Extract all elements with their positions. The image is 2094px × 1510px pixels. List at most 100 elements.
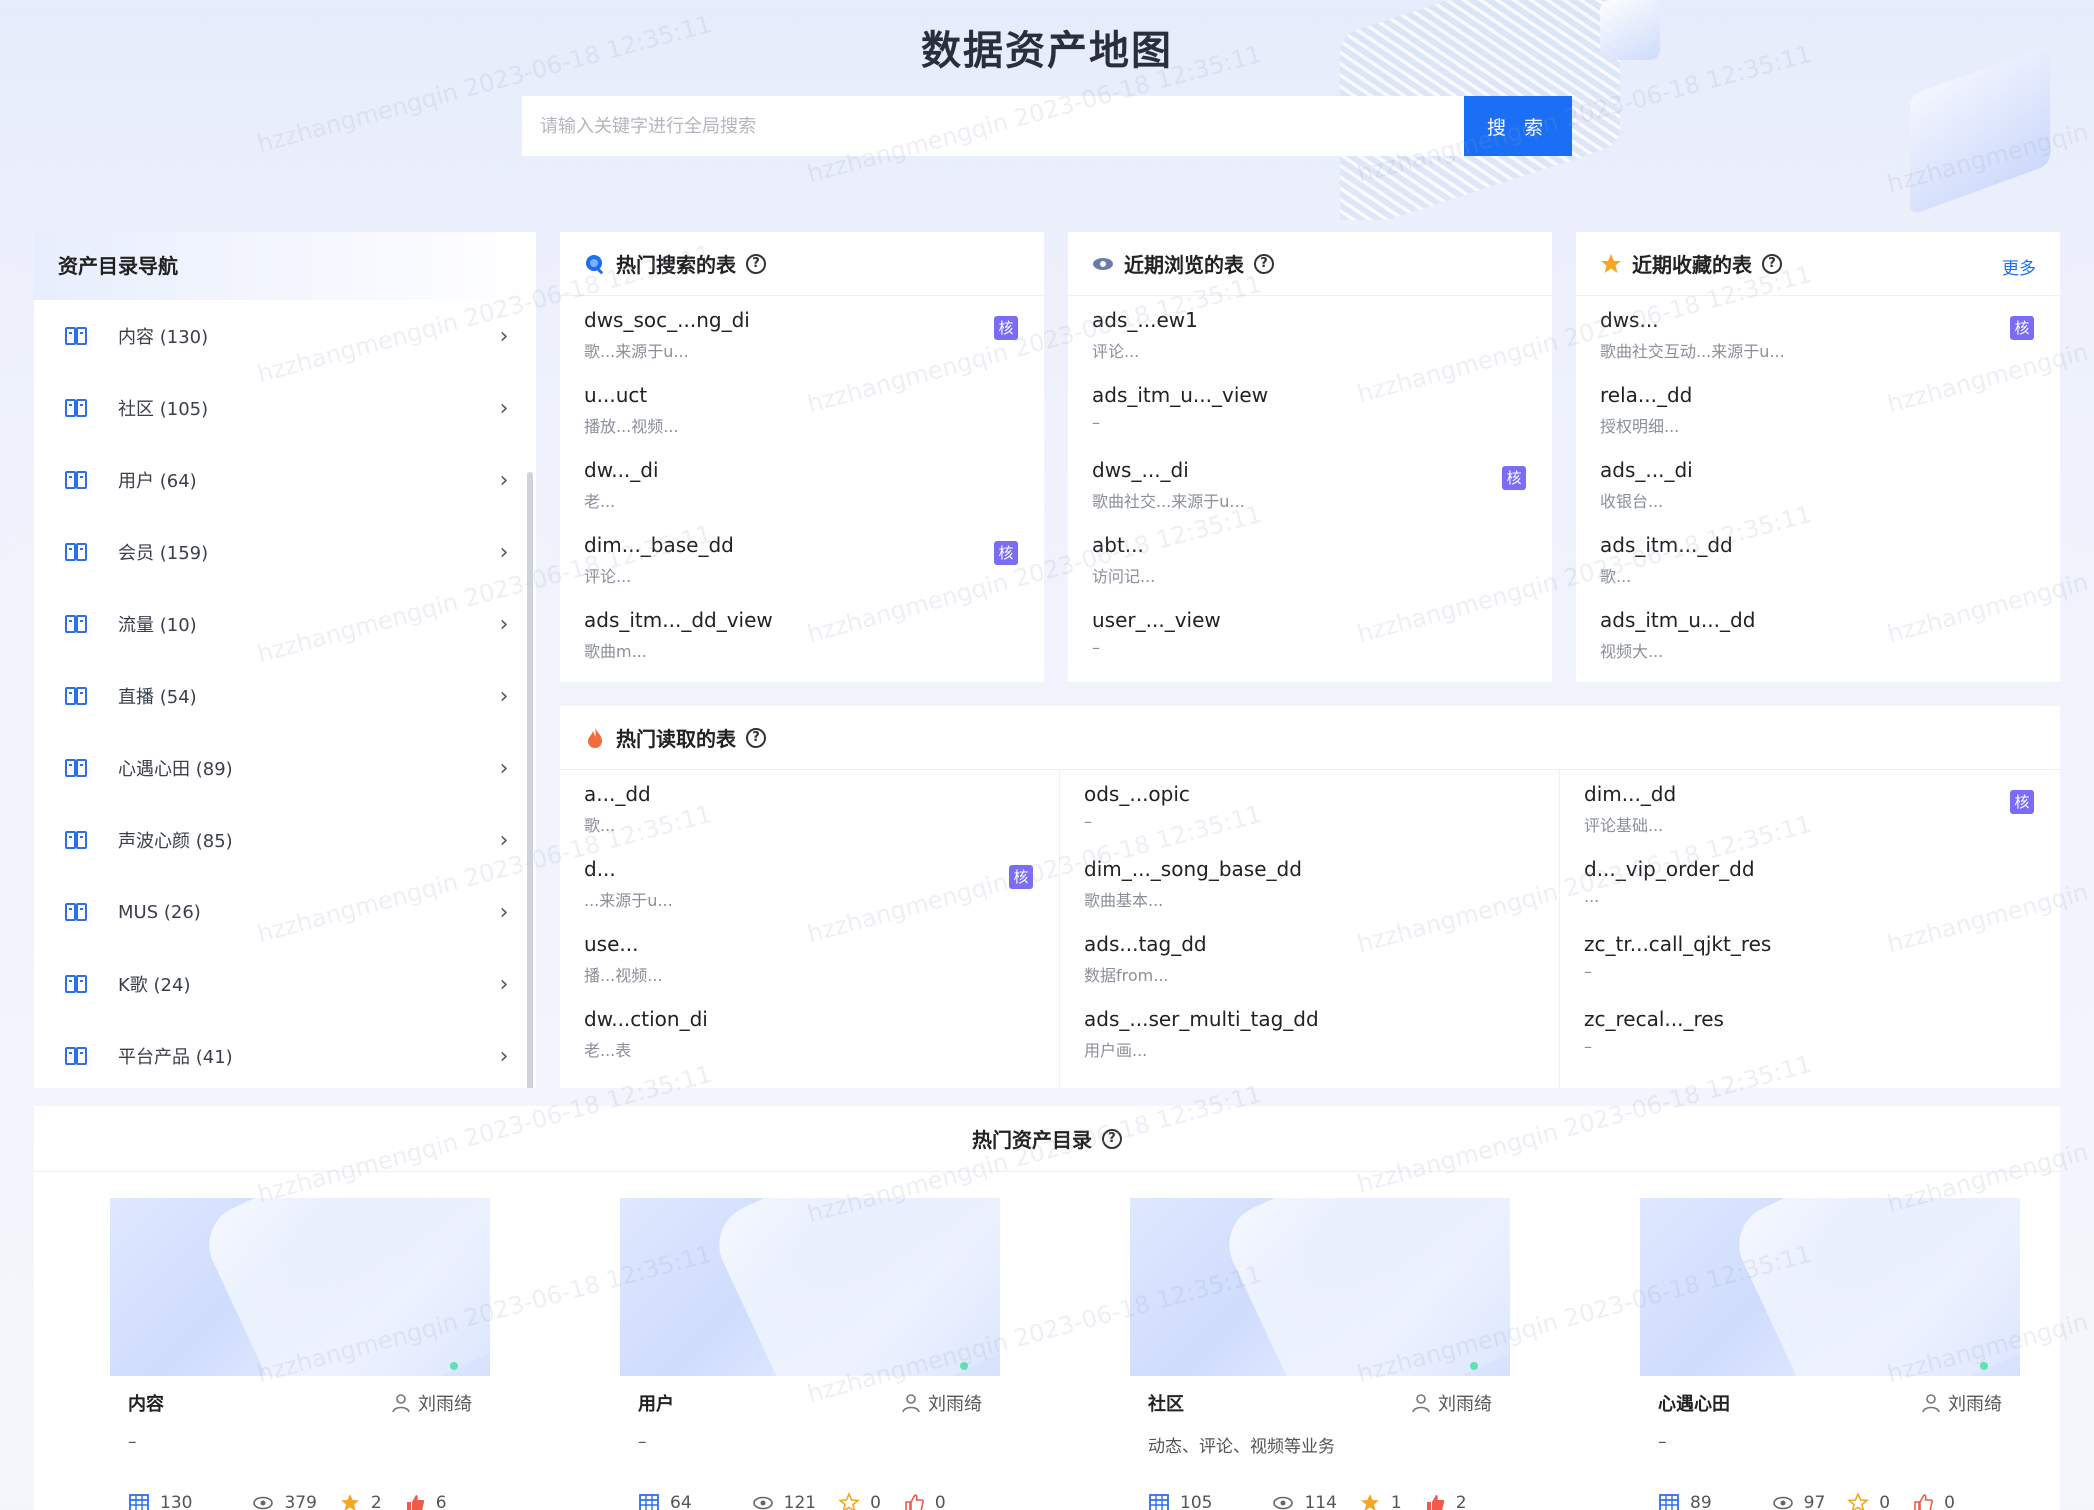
table-count-value: 64 xyxy=(670,1493,692,1510)
table-item[interactable]: ads_itm_u..._view – xyxy=(1068,371,1552,446)
table-item[interactable]: ads_itm..._dd_view 歌曲m... xyxy=(560,596,1044,671)
nav-item[interactable]: 直播 (54) › xyxy=(34,660,524,732)
catalog-card[interactable]: 社区 刘雨绮 动态、评论、视频等业务 105 114 1 2 xyxy=(1130,1198,1510,1510)
like-count[interactable]: 2 xyxy=(1424,1492,1467,1510)
help-icon[interactable]: ? xyxy=(1254,253,1274,274)
table-item[interactable]: zc_tr...call_qjkt_res – xyxy=(1560,920,2060,995)
catalog-owner-name: 刘雨绮 xyxy=(1438,1394,1492,1415)
eye-icon xyxy=(1772,1496,1793,1510)
table-item[interactable]: u...uct 播放...视频... xyxy=(560,371,1044,446)
nav-scrollbar[interactable] xyxy=(527,472,533,1088)
like-count[interactable]: 0 xyxy=(903,1492,946,1510)
table-item[interactable]: ods_...opic – xyxy=(1060,770,1559,845)
nav-item[interactable]: 会员 (159) › xyxy=(34,516,524,588)
star-count[interactable]: 1 xyxy=(1359,1492,1402,1510)
hot-search-title: 热门搜索的表 xyxy=(616,253,736,277)
like-count[interactable]: 0 xyxy=(1912,1492,1955,1510)
nav-item[interactable]: K歌 (24) › xyxy=(34,948,524,1020)
nav-item[interactable]: 用户 (64) › xyxy=(34,444,524,516)
chevron-right-icon: › xyxy=(499,683,509,709)
more-link[interactable]: 更多 xyxy=(2002,254,2036,279)
catalog-card[interactable]: 用户 刘雨绮 – 64 121 0 0 xyxy=(620,1198,1000,1510)
table-item[interactable]: dws... 歌曲社交互动...来源于u... 核 xyxy=(1576,296,2060,371)
table-item[interactable]: ads_itm_u..._dd 视频大... xyxy=(1576,596,2060,671)
catalog-owner-name: 刘雨绮 xyxy=(1948,1394,2002,1415)
asset-catalog-nav: 资产目录导航 内容 (130) › 社区 (105) › 用户 (64) › 会员 (159… xyxy=(34,232,536,1088)
table-item[interactable]: dws_soc_...ng_di 歌...来源于u... 核 xyxy=(560,296,1044,371)
catalog-stats: 105 114 1 2 xyxy=(1130,1492,1510,1510)
table-desc: ...来源于u... xyxy=(584,891,673,910)
table-item[interactable]: abt... 访问记... xyxy=(1068,521,1552,596)
table-item[interactable]: dim..._base_dd 评论... 核 xyxy=(560,521,1044,596)
nav-item[interactable]: 平台产品 (41) › xyxy=(34,1020,524,1088)
book-icon xyxy=(65,615,87,633)
catalog-thumbnail xyxy=(620,1198,1000,1376)
table-item[interactable]: ads_...ew1 评论... xyxy=(1068,296,1552,371)
like-count[interactable]: 6 xyxy=(404,1492,447,1510)
catalog-card[interactable]: 心遇心田 刘雨绮 – 89 97 0 0 xyxy=(1640,1198,2020,1510)
hot-catalog-card: 热门资产目录 ? 内容 刘雨绮 – 130 379 2 6 用户 刘雨绮 – 64 121 0 0 社区 刘雨… xyxy=(34,1106,2060,1510)
catalog-card[interactable]: 内容 刘雨绮 – 130 379 2 6 xyxy=(110,1198,490,1510)
nav-item[interactable]: 流量 (10) › xyxy=(34,588,524,660)
table-name: ads_...ew1 xyxy=(1092,308,1198,332)
nav-item[interactable]: 社区 (105) › xyxy=(34,372,524,444)
table-item[interactable]: d... ...来源于u... 核 xyxy=(560,845,1059,920)
table-item[interactable]: use... 播...视频... xyxy=(560,920,1059,995)
help-icon[interactable]: ? xyxy=(746,727,766,748)
star-count-value: 0 xyxy=(1879,1493,1891,1510)
like-count-value: 2 xyxy=(1455,1493,1467,1510)
catalog-owner: 刘雨绮 xyxy=(1920,1390,2002,1416)
table-desc: 授权明细... xyxy=(1600,417,1680,436)
table-item[interactable]: dim_..._song_base_dd 歌曲基本... xyxy=(1060,845,1559,920)
table-item[interactable]: dim..._dd 评论基础... 核 xyxy=(1560,770,2060,845)
nav-item-label: 声波心颜 (85) xyxy=(118,831,233,852)
nav-list: 内容 (130) › 社区 (105) › 用户 (64) › 会员 (159) › 流量 (1… xyxy=(34,300,524,1088)
view-count-value: 97 xyxy=(1803,1493,1826,1510)
table-item[interactable]: zc_recal..._res – xyxy=(1560,995,2060,1070)
search-input[interactable] xyxy=(522,96,1464,156)
like-count-value: 0 xyxy=(934,1493,946,1510)
table-desc: 评论... xyxy=(1092,342,1140,361)
table-item[interactable]: rela..._dd 授权明细... xyxy=(1576,371,2060,446)
hot-read-header: 热门读取的表 ? xyxy=(560,706,2060,770)
help-icon[interactable]: ? xyxy=(1102,1128,1122,1149)
star-count-value: 2 xyxy=(370,1493,382,1510)
table-item[interactable]: ads...tag_dd 数据from... xyxy=(1060,920,1559,995)
table-item[interactable]: ads_...ser_multi_tag_dd 用户画... xyxy=(1060,995,1559,1070)
star-count[interactable]: 0 xyxy=(1847,1492,1890,1510)
nav-item[interactable]: 内容 (130) › xyxy=(34,300,524,372)
star-count[interactable]: 2 xyxy=(339,1492,382,1510)
table-item[interactable]: dw..._di 老... xyxy=(560,446,1044,521)
chevron-right-icon: › xyxy=(499,827,509,853)
nav-item[interactable]: 声波心颜 (85) › xyxy=(34,804,524,876)
table-item[interactable]: a..._dd 歌... xyxy=(560,770,1059,845)
star-icon xyxy=(340,1494,359,1510)
table-desc: 数据from... xyxy=(1084,966,1169,985)
help-icon[interactable]: ? xyxy=(746,253,766,274)
help-icon[interactable]: ? xyxy=(1762,253,1782,274)
book-icon xyxy=(65,327,87,345)
catalog-owner: 刘雨绮 xyxy=(900,1390,982,1416)
table-desc: 播放...视频... xyxy=(584,417,679,436)
nav-item-label: 流量 (10) xyxy=(118,615,197,636)
table-item[interactable]: ads_..._di 收银台... xyxy=(1576,446,2060,521)
table-name: dws... xyxy=(1600,308,1659,332)
table-item[interactable]: dws_..._di 歌曲社交...来源于u... 核 xyxy=(1068,446,1552,521)
table-desc: – xyxy=(1092,413,1100,432)
table-desc: – xyxy=(1084,812,1092,831)
table-desc: 评论... xyxy=(584,567,632,586)
table-item[interactable]: d..._vip_order_dd... xyxy=(1560,845,2060,920)
catalog-desc: – xyxy=(638,1432,647,1452)
table-item[interactable]: user_..._view – xyxy=(1068,596,1552,671)
catalog-thumbnail xyxy=(1640,1198,2020,1376)
view-count-value: 379 xyxy=(284,1493,317,1510)
recent-fav-list: dws... 歌曲社交互动...来源于u... 核 rela..._dd 授权明细...… xyxy=(1576,296,2060,671)
star-count[interactable]: 0 xyxy=(838,1492,881,1510)
search-button[interactable]: 搜 索 xyxy=(1464,96,1572,156)
nav-item[interactable]: MUS (26) › xyxy=(34,876,524,948)
nav-item[interactable]: 心遇心田 (89) › xyxy=(34,732,524,804)
like-count-value: 6 xyxy=(435,1493,447,1510)
nav-item-label: 心遇心田 (89) xyxy=(118,759,233,780)
table-item[interactable]: ads_itm..._dd 歌... xyxy=(1576,521,2060,596)
table-item[interactable]: dw...ction_di 老...表 xyxy=(560,995,1059,1070)
